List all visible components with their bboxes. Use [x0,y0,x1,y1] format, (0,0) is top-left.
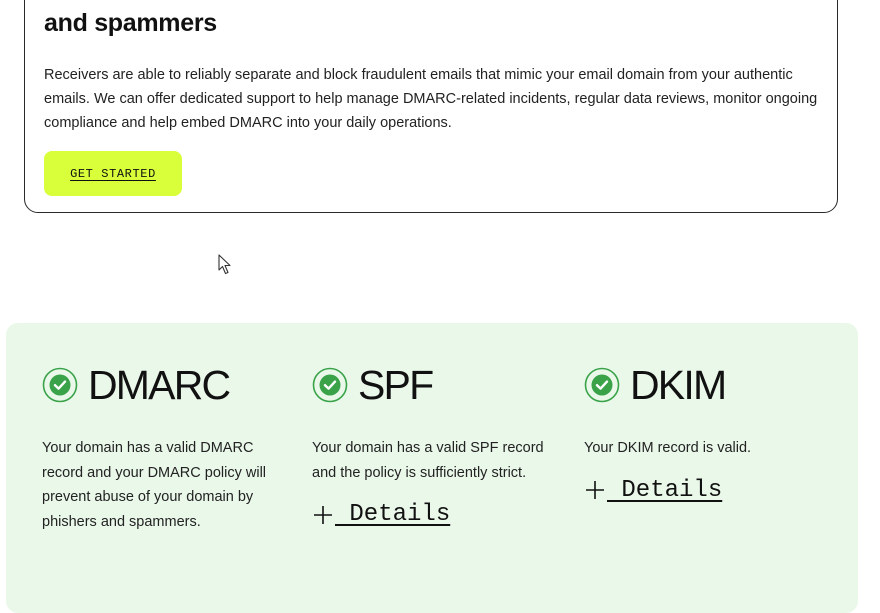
check-circle-icon [312,367,348,403]
card-description: Receivers are able to reliably separate … [44,67,818,131]
spf-result: SPF Your domain has a valid SPF record a… [312,363,547,528]
plus-icon [586,481,604,499]
spf-title: SPF [358,362,434,408]
card-title: and spammers [44,9,217,37]
dmarc-heading: DMARC [42,363,277,407]
dkim-heading: DKIM [584,363,819,407]
dmarc-support-card: and spammers Receivers are able to relia… [24,0,838,213]
spf-description: Your domain has a valid SPF record and t… [312,440,544,481]
dkim-title: DKIM [630,362,727,408]
dkim-details-label[interactable]: Details [607,477,722,504]
get-started-button[interactable]: GET STARTED [44,151,182,196]
check-circle-icon [584,367,620,403]
check-circle-icon [42,367,78,403]
dmarc-result: DMARC Your domain has a valid DMARC reco… [42,363,277,534]
dkim-result: DKIM Your DKIM record is valid. Details [584,363,819,504]
spf-details-toggle[interactable]: Details [312,501,547,528]
dmarc-title: DMARC [88,362,231,408]
dmarc-description: Your domain has a valid DMARC record and… [42,440,267,530]
spf-details-label[interactable]: Details [335,501,450,528]
dkim-details-toggle[interactable]: Details [584,477,819,504]
plus-icon [314,505,332,524]
check-results-panel: DMARC Your domain has a valid DMARC reco… [6,323,858,613]
spf-heading: SPF [312,363,547,407]
mouse-pointer-icon [218,254,231,275]
dkim-description: Your DKIM record is valid. [584,440,752,456]
